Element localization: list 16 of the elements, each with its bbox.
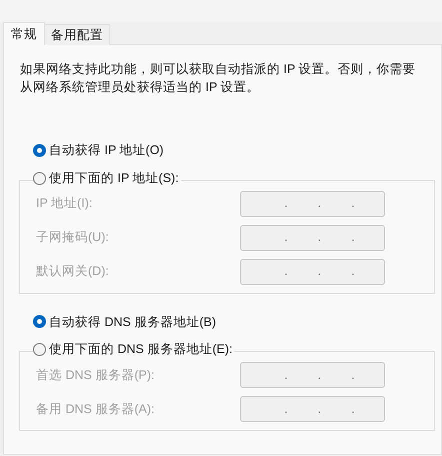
radio-button[interactable] <box>33 315 46 328</box>
radio-label: 使用下面的 DNS 服务器地址(E): <box>49 341 232 358</box>
field-label: 备用 DNS 服务器(A): <box>35 400 156 418</box>
field-label: 首选 DNS 服务器(P): <box>35 366 156 384</box>
tab[interactable]: 备用配置 <box>45 24 110 45</box>
radio-label: 自动获得 IP 地址(O) <box>49 142 164 159</box>
radio-label: 使用下面的 IP 地址(S): <box>49 170 179 187</box>
radio-button[interactable] <box>33 172 46 185</box>
field-label: 子网掩码(U): <box>35 229 110 246</box>
description-text: 如果网络支持此功能，则可以获取自动指派的 IP 设置。否则，你需要从网络系统管理员处获得适当的 IP 设置。 <box>20 61 417 96</box>
radio-label: 自动获得 DNS 服务器地址(B) <box>49 314 216 331</box>
radio-button[interactable] <box>33 343 46 356</box>
field-label: 默认网关(D): <box>35 263 110 280</box>
field-label: IP 地址(I): <box>35 195 94 212</box>
radio-button[interactable] <box>33 144 46 157</box>
tab[interactable]: 常规 <box>3 22 45 45</box>
